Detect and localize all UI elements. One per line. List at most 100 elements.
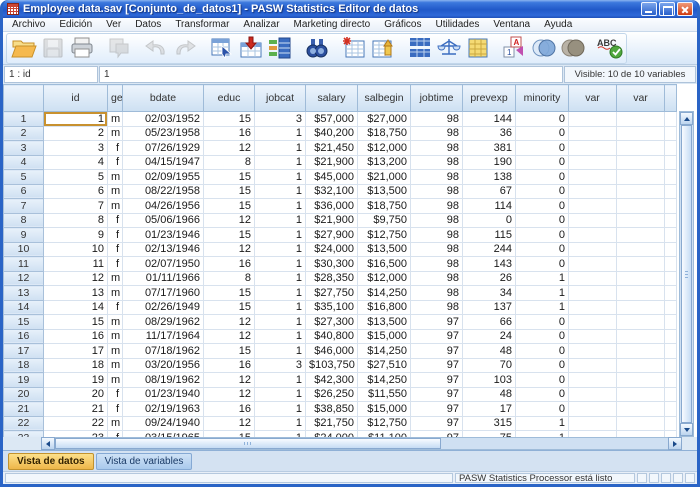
- column-header-bdate[interactable]: bdate: [123, 85, 204, 112]
- cell-jobtime[interactable]: 98: [411, 213, 463, 228]
- cell-var1[interactable]: [569, 416, 617, 431]
- cell-minority[interactable]: 0: [516, 344, 569, 359]
- cell-jobcat[interactable]: 1: [255, 184, 306, 199]
- cell-educ[interactable]: 12: [204, 141, 255, 156]
- cell-jobcat[interactable]: 3: [255, 358, 306, 373]
- cell-educ[interactable]: 12: [204, 416, 255, 431]
- insert-variable-icon[interactable]: [368, 34, 397, 62]
- cell-salbegin[interactable]: $27,510: [358, 358, 411, 373]
- cell-jobcat[interactable]: 1: [255, 213, 306, 228]
- cell-educ[interactable]: 15: [204, 228, 255, 243]
- cell-salary[interactable]: $40,800: [306, 329, 358, 344]
- goto-case-icon[interactable]: [207, 34, 236, 62]
- cell-minority[interactable]: 0: [516, 242, 569, 257]
- cell-jobtime[interactable]: 98: [411, 257, 463, 272]
- scroll-down-button[interactable]: [680, 423, 693, 436]
- cell-var2[interactable]: [617, 213, 665, 228]
- split-file-icon[interactable]: [405, 34, 434, 62]
- cell-var1[interactable]: [569, 373, 617, 388]
- cell-bdate[interactable]: 08/22/1958: [123, 184, 204, 199]
- cell-bdate[interactable]: 07/26/1929: [123, 141, 204, 156]
- cell-prevexp[interactable]: 67: [463, 184, 516, 199]
- cell-gender[interactable]: m: [108, 344, 123, 359]
- cell-salary[interactable]: $45,000: [306, 170, 358, 185]
- row-header-2[interactable]: 2: [4, 126, 44, 141]
- cell-var2[interactable]: [617, 228, 665, 243]
- cell-var2[interactable]: [617, 402, 665, 417]
- cell-id[interactable]: 12: [44, 271, 108, 286]
- cell-jobcat[interactable]: 1: [255, 344, 306, 359]
- cell-var2[interactable]: [617, 358, 665, 373]
- cell-prevexp[interactable]: 48: [463, 387, 516, 402]
- menu-marketing-directo[interactable]: Marketing directo: [287, 18, 378, 31]
- scroll-right-button[interactable]: [668, 437, 682, 450]
- menu-ver[interactable]: Ver: [99, 18, 128, 31]
- menu-ayuda[interactable]: Ayuda: [537, 18, 579, 31]
- cell-jobtime[interactable]: 98: [411, 300, 463, 315]
- cell-id[interactable]: 19: [44, 373, 108, 388]
- cell-jobcat[interactable]: 1: [255, 329, 306, 344]
- cell-bdate[interactable]: 08/19/1962: [123, 373, 204, 388]
- cell-jobtime[interactable]: 98: [411, 228, 463, 243]
- cell-gender[interactable]: f: [108, 141, 123, 156]
- cell-minority[interactable]: 0: [516, 373, 569, 388]
- cell-var2[interactable]: [617, 329, 665, 344]
- cell-id[interactable]: 9: [44, 228, 108, 243]
- cell-prevexp[interactable]: 34: [463, 286, 516, 301]
- cell-educ[interactable]: 15: [204, 300, 255, 315]
- cell-gender[interactable]: m: [108, 315, 123, 330]
- cell-salbegin[interactable]: $11,550: [358, 387, 411, 402]
- cell-bdate[interactable]: 02/03/1952: [123, 112, 204, 127]
- cell-prevexp[interactable]: 143: [463, 257, 516, 272]
- cell-id[interactable]: 7: [44, 199, 108, 214]
- cell-educ[interactable]: 15: [204, 184, 255, 199]
- cell-educ[interactable]: 16: [204, 126, 255, 141]
- cell-jobcat[interactable]: 1: [255, 387, 306, 402]
- vertical-scroll-thumb[interactable]: [681, 125, 692, 423]
- cell-salbegin[interactable]: $9,750: [358, 213, 411, 228]
- row-header-18[interactable]: 18: [4, 358, 44, 373]
- cell-var1[interactable]: [569, 358, 617, 373]
- column-header-gender[interactable]: gender: [108, 85, 123, 112]
- use-variable-sets-icon[interactable]: [529, 34, 558, 62]
- cell-prevexp[interactable]: 138: [463, 170, 516, 185]
- menu-analizar[interactable]: Analizar: [236, 18, 286, 31]
- menu-graficos[interactable]: Gráficos: [377, 18, 428, 31]
- cell-bdate[interactable]: 09/24/1940: [123, 416, 204, 431]
- cell-bdate[interactable]: 03/20/1956: [123, 358, 204, 373]
- cell-gender[interactable]: m: [108, 112, 123, 127]
- cell-id[interactable]: 21: [44, 402, 108, 417]
- menu-edicion[interactable]: Edición: [52, 18, 99, 31]
- cell-minority[interactable]: 1: [516, 271, 569, 286]
- row-header-22[interactable]: 22: [4, 416, 44, 431]
- cell-var1[interactable]: [569, 170, 617, 185]
- cell-jobcat[interactable]: 1: [255, 402, 306, 417]
- cell-var2[interactable]: [617, 112, 665, 127]
- row-header-10[interactable]: 10: [4, 242, 44, 257]
- cell-gender[interactable]: m: [108, 126, 123, 141]
- cell-minority[interactable]: 0: [516, 358, 569, 373]
- cell-var1[interactable]: [569, 141, 617, 156]
- cell-var1[interactable]: [569, 402, 617, 417]
- cell-educ[interactable]: 16: [204, 402, 255, 417]
- cell-var1[interactable]: [569, 387, 617, 402]
- cell-bdate[interactable]: 02/07/1950: [123, 257, 204, 272]
- cell-minority[interactable]: 0: [516, 184, 569, 199]
- spell-check-icon[interactable]: ABC: [595, 34, 624, 62]
- print-icon[interactable]: [67, 34, 96, 62]
- cell-salary[interactable]: $46,000: [306, 344, 358, 359]
- cell-salbegin[interactable]: $13,200: [358, 155, 411, 170]
- horizontal-scroll-thumb[interactable]: [55, 438, 441, 449]
- cell-salary[interactable]: $24,000: [306, 242, 358, 257]
- cell-salary[interactable]: $28,350: [306, 271, 358, 286]
- cell-jobcat[interactable]: 1: [255, 271, 306, 286]
- column-header-jobcat[interactable]: jobcat: [255, 85, 306, 112]
- cell-gender[interactable]: m: [108, 373, 123, 388]
- cell-salary[interactable]: $30,300: [306, 257, 358, 272]
- cell-salbegin[interactable]: $12,000: [358, 271, 411, 286]
- cell-var1[interactable]: [569, 344, 617, 359]
- cell-gender[interactable]: m: [108, 286, 123, 301]
- cell-salbegin[interactable]: $15,000: [358, 402, 411, 417]
- cell-gender[interactable]: m: [108, 358, 123, 373]
- cell-jobtime[interactable]: 98: [411, 242, 463, 257]
